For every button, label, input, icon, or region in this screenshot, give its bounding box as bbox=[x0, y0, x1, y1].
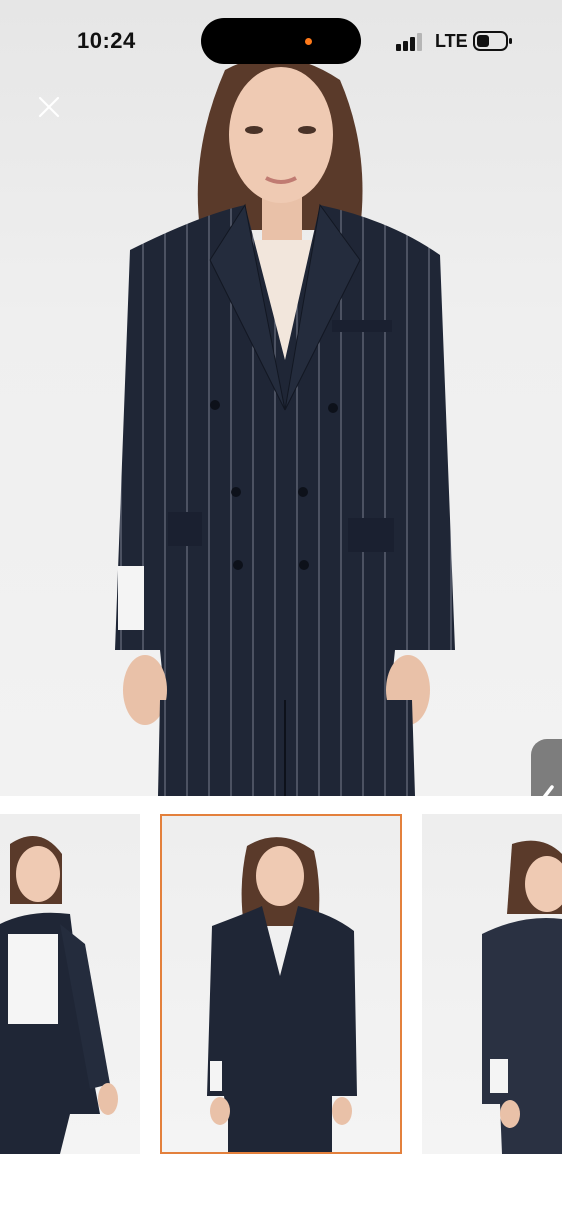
model-photo bbox=[115, 57, 455, 796]
network-type: LTE bbox=[435, 31, 468, 51]
close-button[interactable] bbox=[30, 90, 66, 126]
close-icon bbox=[38, 96, 60, 118]
thumbnail-2-selected[interactable] bbox=[160, 814, 402, 1154]
thumbnail-3[interactable] bbox=[422, 814, 562, 1154]
status-bar: 10:24 LTE bbox=[0, 0, 562, 84]
main-product-image bbox=[0, 0, 562, 796]
battery-icon bbox=[473, 30, 513, 52]
signal-icon bbox=[396, 33, 424, 51]
thumbnail-1[interactable] bbox=[0, 814, 140, 1154]
recording-indicator-dot bbox=[305, 38, 312, 45]
status-time: 10:24 bbox=[77, 28, 136, 53]
thumbnail-strip bbox=[0, 796, 562, 1221]
dynamic-island bbox=[201, 18, 361, 64]
